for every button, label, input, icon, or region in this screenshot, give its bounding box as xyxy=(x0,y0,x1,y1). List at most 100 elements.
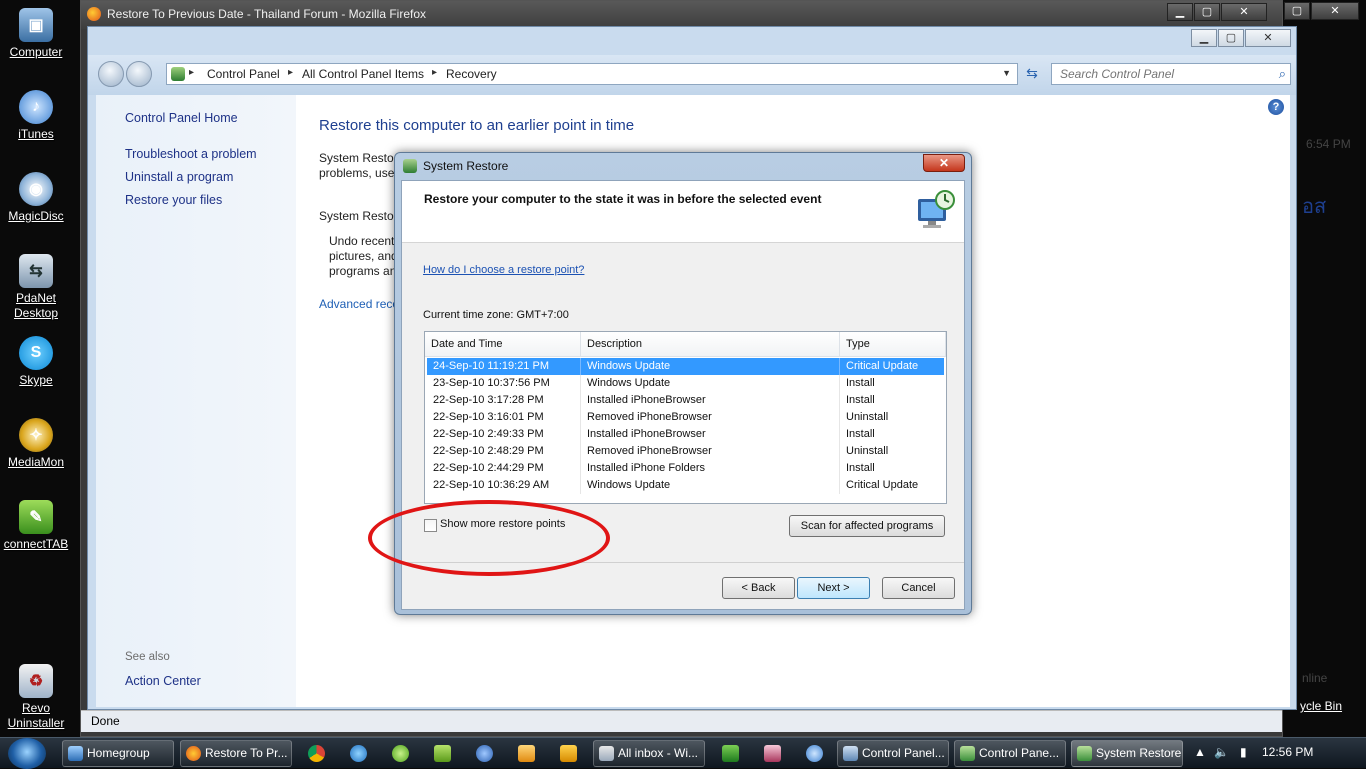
scan-affected-programs-button[interactable]: Scan for affected programs xyxy=(789,515,945,537)
next-button[interactable]: Next > xyxy=(797,577,870,599)
refresh-icon[interactable]: ⇆ xyxy=(1022,65,1042,85)
column-header-type[interactable]: Type xyxy=(840,332,946,357)
sync-app-icon[interactable] xyxy=(476,745,493,762)
chevron-right-icon[interactable]: ▸ xyxy=(189,67,194,78)
system-restore-description-line: pictures, and xyxy=(329,249,398,263)
system-restore-description-line: programs an xyxy=(329,264,397,278)
desktop-icon-computer[interactable]: ▣ Computer xyxy=(0,8,72,60)
table-row[interactable]: 22-Sep-10 3:17:28 PM Installed iPhoneBro… xyxy=(427,392,944,409)
advanced-recovery-link[interactable]: Advanced reco xyxy=(319,297,399,311)
internet-explorer-icon[interactable] xyxy=(350,745,367,762)
tools-app-icon[interactable] xyxy=(764,745,781,762)
firefox-minimize-button[interactable]: ▁ xyxy=(1167,3,1193,21)
row-type: Critical Update xyxy=(846,360,919,372)
recovery-description-line: problems, use xyxy=(319,166,395,180)
taskbar-item-homegroup[interactable]: Homegroup xyxy=(62,740,174,767)
system-restore-icon xyxy=(403,159,417,173)
edge-recycle-bin-text[interactable]: ycle Bin xyxy=(1300,699,1342,713)
desktop-icon-magicdisc[interactable]: ◉ MagicDisc xyxy=(0,172,72,224)
taskbar-item-control-panel-1[interactable]: Control Panel... xyxy=(837,740,949,767)
desktop-icon-pdanet[interactable]: ⇆ PdaNet Desktop xyxy=(0,254,72,321)
breadcrumb-all-items[interactable]: All Control Panel Items xyxy=(302,67,424,81)
table-row[interactable]: 22-Sep-10 2:44:29 PM Installed iPhone Fo… xyxy=(427,460,944,477)
green-app-icon[interactable] xyxy=(392,745,409,762)
row-description: Removed iPhoneBrowser xyxy=(581,409,840,426)
dialog-close-button[interactable]: ✕ xyxy=(923,154,965,172)
media-player-icon[interactable] xyxy=(518,745,535,762)
taskbar-item-firefox[interactable]: Restore To Pr... xyxy=(180,740,292,767)
desktop-icon-skype[interactable]: S Skype xyxy=(0,336,72,388)
taskbar-item-control-panel-2[interactable]: Control Pane... xyxy=(954,740,1066,767)
desktop-icon-mediamon[interactable]: ✧ MediaMon xyxy=(0,418,72,470)
chevron-right-icon[interactable]: ▸ xyxy=(432,67,437,78)
skype-icon: S xyxy=(19,336,53,370)
sidebar-uninstall-program[interactable]: Uninstall a program xyxy=(125,170,233,184)
control-panel-icon xyxy=(171,67,185,81)
choose-restore-point-link[interactable]: How do I choose a restore point? xyxy=(423,264,584,276)
firefox-logo-icon xyxy=(87,7,101,21)
power-icon[interactable]: ▮ xyxy=(1240,745,1247,759)
taskbar-item-inbox[interactable]: All inbox - Wi... xyxy=(593,740,705,767)
help-icon[interactable]: ? xyxy=(1268,99,1284,115)
address-bar[interactable]: ▸ Control Panel ▸ All Control Panel Item… xyxy=(166,63,1018,85)
chevron-right-icon[interactable]: ▸ xyxy=(288,67,293,78)
android-icon[interactable] xyxy=(434,745,451,762)
itunes-taskbar-icon[interactable] xyxy=(806,745,823,762)
start-button[interactable] xyxy=(8,738,46,769)
control-panel-icon xyxy=(843,746,858,761)
system-restore-icon xyxy=(1077,746,1092,761)
sidebar-restore-files[interactable]: Restore your files xyxy=(125,193,222,207)
search-box[interactable]: ⌕ xyxy=(1051,63,1291,85)
search-input[interactable] xyxy=(1058,65,1268,83)
sidebar-control-panel-home[interactable]: Control Panel Home xyxy=(125,111,238,125)
desktop-icon-revo[interactable]: ♻ Revo Uninstaller xyxy=(0,664,72,731)
volume-icon[interactable]: 🔈 xyxy=(1214,745,1229,759)
row-type: Install xyxy=(846,462,875,474)
row-type: Install xyxy=(846,377,875,389)
row-type: Install xyxy=(846,394,875,406)
firefox-close-button[interactable]: ✕ xyxy=(1221,3,1267,21)
orange-app-icon[interactable] xyxy=(560,745,577,762)
firefox-icon xyxy=(186,746,201,761)
desktop-icon-label: MagicDisc xyxy=(8,209,64,223)
breadcrumb-control-panel[interactable]: Control Panel xyxy=(207,67,280,81)
row-date: 22-Sep-10 3:17:28 PM xyxy=(427,392,581,409)
row-description: Installed iPhoneBrowser xyxy=(581,392,840,409)
show-hidden-icons-icon[interactable]: ▲ xyxy=(1194,745,1206,759)
table-row[interactable]: 22-Sep-10 2:48:29 PM Removed iPhoneBrows… xyxy=(427,443,944,460)
cp-maximize-button[interactable]: ▢ xyxy=(1218,29,1244,47)
outer-minimize-button[interactable]: ▢ xyxy=(1284,2,1310,20)
taskbar-item-system-restore[interactable]: System Restore xyxy=(1071,740,1183,767)
itunes-icon: ♪ xyxy=(19,90,53,124)
breadcrumb-recovery[interactable]: Recovery xyxy=(446,67,497,81)
outer-close-button[interactable]: ✕ xyxy=(1311,2,1359,20)
restore-points-table[interactable]: Date and Time Description Type 24-Sep-10… xyxy=(424,331,947,504)
back-icon[interactable] xyxy=(98,61,124,87)
table-row[interactable]: 23-Sep-10 10:37:56 PM Windows Update Ins… xyxy=(427,375,944,392)
desktop-icon-itunes[interactable]: ♪ iTunes xyxy=(0,90,72,142)
back-button[interactable]: < Back xyxy=(722,577,795,599)
table-row[interactable]: 22-Sep-10 10:36:29 AM Windows Update Cri… xyxy=(427,477,944,494)
forward-icon[interactable] xyxy=(126,61,152,87)
cp-close-button[interactable]: ✕ xyxy=(1245,29,1291,47)
sidebar-action-center[interactable]: Action Center xyxy=(125,674,201,688)
row-description: Installed iPhoneBrowser xyxy=(581,426,840,443)
column-header-date[interactable]: Date and Time xyxy=(425,332,581,357)
chevron-down-icon[interactable]: ▼ xyxy=(1002,68,1011,78)
cancel-button[interactable]: Cancel xyxy=(882,577,955,599)
chrome-icon[interactable] xyxy=(308,745,325,762)
dialog-heading: Restore your computer to the state it wa… xyxy=(424,192,822,206)
cp-minimize-button[interactable]: ▁ xyxy=(1191,29,1217,47)
system-restore-section-heading: System Restor xyxy=(319,209,398,223)
table-row[interactable]: 22-Sep-10 2:49:33 PM Installed iPhoneBro… xyxy=(427,426,944,443)
column-header-description[interactable]: Description xyxy=(581,332,840,357)
sidebar-troubleshoot[interactable]: Troubleshoot a problem xyxy=(125,147,257,161)
desktop-icon-connecttab[interactable]: ✎ connectTAB xyxy=(0,500,72,552)
table-row[interactable]: 22-Sep-10 3:16:01 PM Removed iPhoneBrows… xyxy=(427,409,944,426)
green-square-app-icon[interactable] xyxy=(722,745,739,762)
firefox-maximize-button[interactable]: ▢ xyxy=(1194,3,1220,21)
taskbar-clock[interactable]: 12:56 PM xyxy=(1262,745,1313,759)
search-icon[interactable]: ⌕ xyxy=(1279,66,1286,82)
recovery-description-line: System Restor xyxy=(319,151,398,165)
table-row[interactable]: 24-Sep-10 11:19:21 PM Windows Update Cri… xyxy=(427,358,944,375)
